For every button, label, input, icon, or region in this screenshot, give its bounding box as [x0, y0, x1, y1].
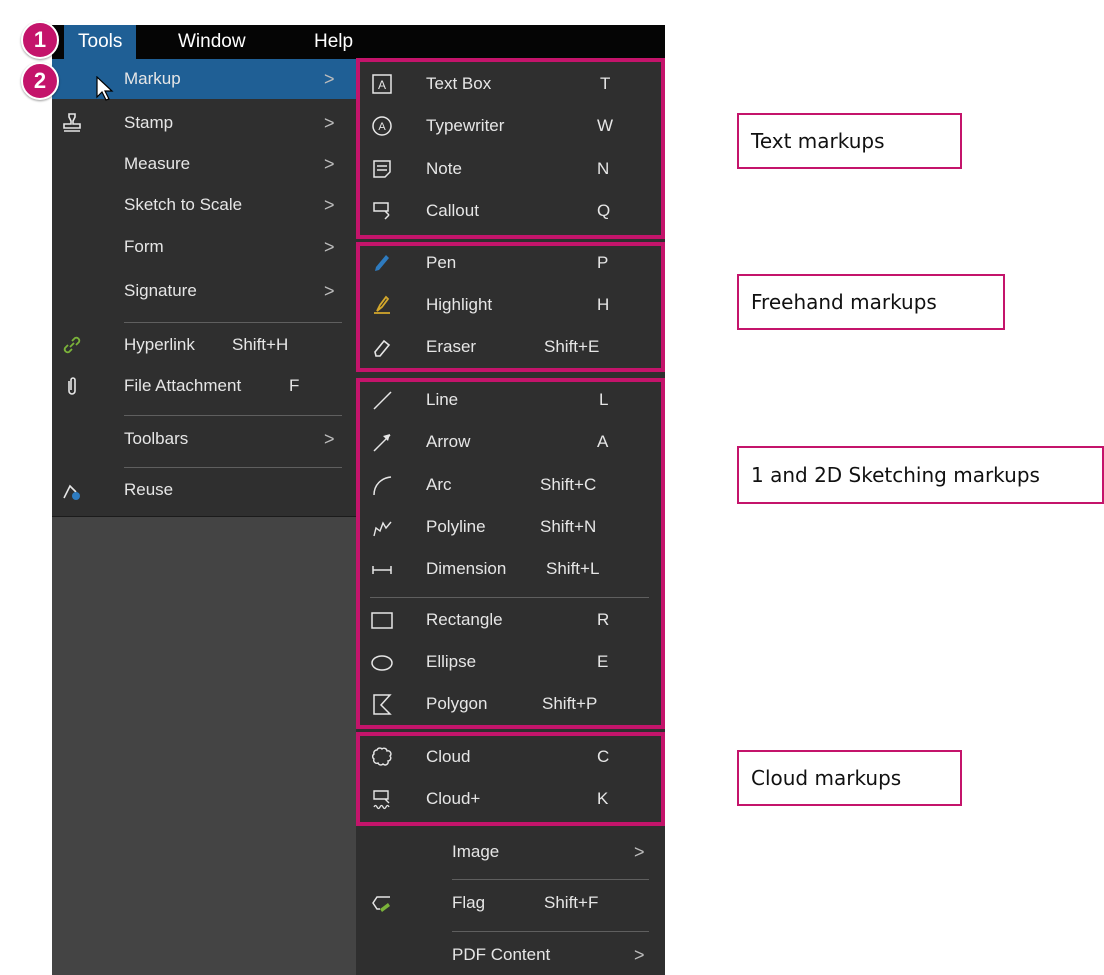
- menu-separator: [452, 931, 649, 932]
- step-badge-1: 1: [21, 21, 59, 59]
- menu-item-shortcut: Shift+H: [232, 335, 289, 354]
- menu-item-label: Stamp: [124, 113, 174, 132]
- menu-item-image[interactable]: Image >: [356, 832, 665, 872]
- menu-bar: Tools Window Help: [52, 25, 665, 59]
- chevron-right-icon: >: [324, 69, 335, 89]
- chevron-right-icon: >: [324, 195, 335, 215]
- cloud-markups-label: Cloud markups: [737, 750, 962, 806]
- flag-icon: [370, 891, 394, 915]
- menu-separator: [124, 322, 342, 323]
- menu-item-label: Image: [452, 842, 500, 861]
- tools-menu: Markup > Stamp > Measure > Sketch to Sca…: [52, 59, 359, 517]
- menu-item-stamp[interactable]: Stamp >: [52, 103, 358, 143]
- menu-item-measure[interactable]: Measure >: [52, 144, 358, 184]
- menu-item-label: Hyperlink: [124, 335, 195, 354]
- reuse-icon: [60, 478, 84, 502]
- menu-tools[interactable]: Tools: [64, 25, 137, 59]
- sketching-markups-group-box: [356, 378, 665, 729]
- step-badge-2: 2: [21, 62, 59, 100]
- menu-item-shortcut: F: [289, 376, 300, 395]
- chevron-right-icon: >: [634, 945, 645, 965]
- menu-item-hyperlink[interactable]: Hyperlink Shift+H: [52, 325, 358, 365]
- paperclip-icon: [60, 374, 84, 398]
- menu-help[interactable]: Help: [300, 25, 367, 59]
- menu-item-shortcut: Shift+F: [544, 893, 599, 912]
- link-icon: [60, 333, 84, 357]
- menu-item-label: Signature: [124, 281, 197, 300]
- chevron-right-icon: >: [324, 113, 335, 133]
- cloud-markups-group-box: [356, 732, 665, 826]
- menu-separator: [124, 415, 342, 416]
- chevron-right-icon: >: [324, 281, 335, 301]
- menu-item-label: PDF Content: [452, 945, 551, 964]
- freehand-markups-label: Freehand markups: [737, 274, 1005, 330]
- menu-item-label: Markup: [124, 69, 181, 88]
- menu-item-label: Measure: [124, 154, 191, 173]
- menu-item-sketch-to-scale[interactable]: Sketch to Scale >: [52, 185, 358, 225]
- chevron-right-icon: >: [324, 429, 335, 449]
- menu-window[interactable]: Window: [164, 25, 260, 59]
- stamp-icon: [60, 111, 84, 135]
- menu-item-label: Flag: [452, 893, 486, 912]
- menu-separator: [452, 879, 649, 880]
- menu-item-label: Sketch to Scale: [124, 195, 243, 214]
- menu-item-form[interactable]: Form >: [52, 227, 358, 267]
- menu-item-flag[interactable]: Flag Shift+F: [356, 883, 665, 923]
- menu-item-label: Toolbars: [124, 429, 189, 448]
- chevron-right-icon: >: [324, 154, 335, 174]
- menu-item-pdf-content[interactable]: PDF Content >: [356, 935, 665, 975]
- menu-item-signature[interactable]: Signature >: [52, 271, 358, 311]
- chevron-right-icon: >: [324, 237, 335, 257]
- freehand-markups-group-box: [356, 242, 665, 372]
- text-markups-label: Text markups: [737, 113, 962, 169]
- menu-item-label: File Attachment: [124, 376, 242, 395]
- chevron-right-icon: >: [634, 842, 645, 862]
- sketching-markups-label: 1 and 2D Sketching markups: [737, 446, 1104, 504]
- menu-item-file-attachment[interactable]: File Attachment F: [52, 366, 358, 406]
- menu-item-toolbars[interactable]: Toolbars >: [52, 419, 358, 459]
- menu-separator: [124, 467, 342, 468]
- menu-item-reuse[interactable]: Reuse: [52, 470, 358, 510]
- menu-item-label: Reuse: [124, 480, 174, 499]
- mouse-cursor-icon: [96, 75, 114, 107]
- text-markups-group-box: [356, 58, 665, 239]
- menu-item-label: Form: [124, 237, 164, 256]
